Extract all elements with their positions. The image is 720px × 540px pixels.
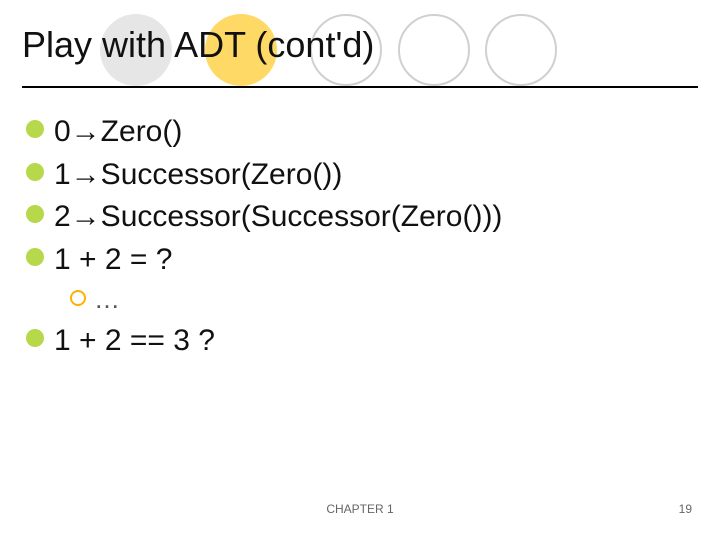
bullet-text: 0→Zero() — [54, 112, 182, 153]
sub-bullet-text: … — [94, 282, 120, 317]
bullet-icon — [26, 329, 44, 347]
footer-page-number: 19 — [679, 502, 692, 516]
footer-chapter: CHAPTER 1 — [0, 502, 720, 516]
bullet-item: 1→Successor(Zero()) — [26, 155, 694, 196]
decor-circle-outline-3 — [485, 14, 557, 86]
title-underline — [22, 86, 698, 88]
bullet-item: 0→Zero() — [26, 112, 694, 153]
bullet-item: 2→Successor(Successor(Zero())) — [26, 197, 694, 238]
bullet-icon — [26, 248, 44, 266]
decor-circle-outline-2 — [398, 14, 470, 86]
bullet-text: 1 + 2 = ? — [54, 240, 172, 281]
bullet-text: 1 + 2 == 3 ? — [54, 321, 215, 362]
slide: Play with ADT (cont'd) 0→Zero() 1→Succes… — [0, 0, 720, 540]
bullet-icon — [26, 163, 44, 181]
bullet-text: 1→Successor(Zero()) — [54, 155, 342, 196]
slide-body: 0→Zero() 1→Successor(Zero()) 2→Successor… — [26, 112, 694, 364]
bullet-icon — [26, 120, 44, 138]
sub-bullet-item: … — [70, 282, 694, 317]
bullet-item: 1 + 2 == 3 ? — [26, 321, 694, 362]
slide-title: Play with ADT (cont'd) — [22, 24, 374, 66]
bullet-icon — [26, 205, 44, 223]
sub-bullet-icon — [70, 290, 86, 306]
bullet-item: 1 + 2 = ? — [26, 240, 694, 281]
bullet-text: 2→Successor(Successor(Zero())) — [54, 197, 502, 238]
